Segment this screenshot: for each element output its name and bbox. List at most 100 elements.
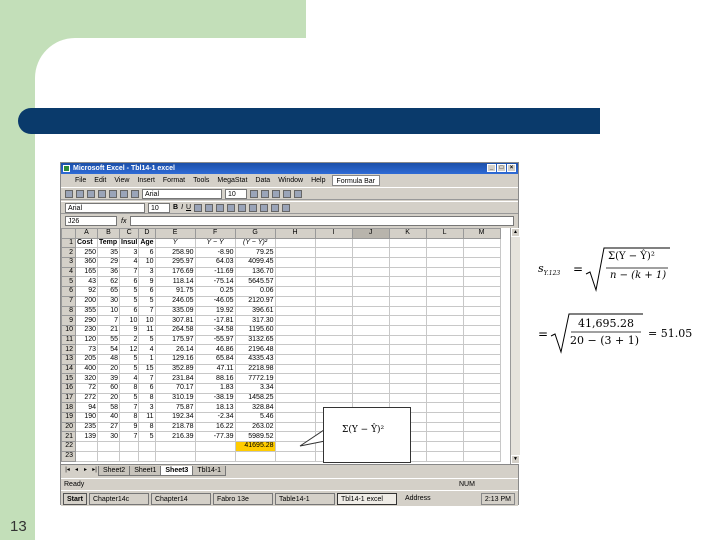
cell[interactable] <box>118 450 140 462</box>
taskbar-item-chapter14c[interactable]: Chapter14c <box>88 492 149 505</box>
cell[interactable]: 136.70 <box>234 266 276 278</box>
cell[interactable] <box>118 441 140 452</box>
cell[interactable] <box>425 237 464 249</box>
cell[interactable]: 3.34 <box>234 383 276 394</box>
cell[interactable] <box>388 257 427 268</box>
cell[interactable] <box>314 276 353 288</box>
cell[interactable]: 5 <box>138 334 156 346</box>
menu-item-edit[interactable]: Edit <box>90 175 110 186</box>
column-header-d[interactable]: D <box>138 228 156 239</box>
cell[interactable]: 62 <box>97 276 120 288</box>
cell[interactable] <box>351 392 390 404</box>
cell[interactable] <box>425 334 464 346</box>
cell[interactable]: 400 <box>75 363 98 375</box>
cell[interactable]: 3132.65 <box>234 334 276 346</box>
cell[interactable] <box>388 266 427 278</box>
column-header-g[interactable]: G <box>234 228 276 239</box>
cell[interactable] <box>388 276 427 288</box>
cell[interactable] <box>75 450 98 462</box>
cell[interactable]: 47.11 <box>194 363 236 375</box>
cell[interactable]: 4099.45 <box>234 257 276 268</box>
cell[interactable]: 6 <box>138 286 156 297</box>
cell[interactable] <box>314 334 353 346</box>
cell[interactable]: 35 <box>97 247 120 259</box>
cell[interactable] <box>274 334 316 346</box>
cell[interactable] <box>462 315 501 326</box>
cell[interactable]: 290 <box>75 315 98 326</box>
cell[interactable] <box>274 305 316 317</box>
cell[interactable] <box>351 334 390 346</box>
column-header-b[interactable]: B <box>97 228 120 239</box>
cell[interactable]: 21 <box>97 324 120 336</box>
cell[interactable]: 4 <box>118 373 140 384</box>
cell[interactable] <box>425 450 464 462</box>
select-all-corner[interactable] <box>61 228 76 239</box>
cell[interactable] <box>462 441 501 452</box>
cell[interactable]: 7 <box>97 315 120 326</box>
cell[interactable] <box>462 237 501 249</box>
percent-icon[interactable] <box>249 203 258 212</box>
cell[interactable] <box>425 315 464 326</box>
cell[interactable] <box>425 276 464 288</box>
cell[interactable]: 3 <box>138 266 156 278</box>
cell[interactable]: 250 <box>75 247 98 259</box>
font-size-field-2[interactable]: 10 <box>148 202 170 213</box>
cell[interactable]: 7 <box>138 305 156 317</box>
cell[interactable] <box>425 363 464 375</box>
cell[interactable]: 6 <box>138 383 156 394</box>
cell[interactable]: 8 <box>138 392 156 404</box>
merge-icon[interactable] <box>227 203 236 212</box>
menu-item-insert[interactable]: Insert <box>133 175 159 186</box>
cell[interactable]: 54 <box>97 344 120 355</box>
cell[interactable] <box>425 266 464 278</box>
cell[interactable]: 5 <box>138 431 156 443</box>
italic-button[interactable]: I <box>181 204 183 211</box>
cell[interactable] <box>314 266 353 278</box>
cell[interactable]: 10 <box>118 315 140 326</box>
redo-icon[interactable] <box>261 189 269 198</box>
cell[interactable] <box>274 315 316 326</box>
cell[interactable] <box>425 247 464 259</box>
cell[interactable] <box>388 247 427 259</box>
cell[interactable]: 36 <box>97 266 120 278</box>
cell[interactable] <box>274 276 316 288</box>
cell[interactable] <box>274 266 316 278</box>
cell[interactable] <box>75 441 98 452</box>
currency-icon[interactable] <box>238 203 247 212</box>
cell[interactable]: Y − Ŷ <box>194 237 236 249</box>
cell[interactable]: 272 <box>75 392 98 404</box>
cell[interactable]: 92 <box>75 286 98 297</box>
cell[interactable] <box>351 286 390 297</box>
cell[interactable] <box>274 383 316 394</box>
cell[interactable]: 4335.43 <box>234 353 276 365</box>
column-header-m[interactable]: M <box>462 228 501 239</box>
cell[interactable]: 5.46 <box>234 412 276 423</box>
tab-sheet3[interactable]: Sheet3 <box>160 465 194 476</box>
column-header-i[interactable]: I <box>314 228 353 239</box>
column-header-f[interactable]: F <box>194 228 236 239</box>
taskbar-item-fabro-13e[interactable]: Fabro 13e <box>212 492 273 505</box>
cell[interactable] <box>314 286 353 297</box>
cell[interactable]: 64.03 <box>194 257 236 268</box>
vertical-scrollbar[interactable]: ▲ ▼ <box>510 228 520 464</box>
cell[interactable]: 1 <box>138 353 156 365</box>
cell[interactable] <box>314 373 353 384</box>
cell[interactable]: 70.17 <box>154 383 196 394</box>
align-left-icon[interactable] <box>194 203 203 212</box>
cell[interactable]: 15 <box>138 363 156 375</box>
cell[interactable] <box>462 305 501 317</box>
cell[interactable] <box>314 237 353 249</box>
cell[interactable] <box>425 324 464 336</box>
font-name-field[interactable]: Arial <box>142 188 222 199</box>
cell[interactable]: Temp <box>97 237 120 249</box>
cell[interactable]: 263.02 <box>234 421 276 433</box>
cell[interactable]: 0.25 <box>194 286 236 297</box>
row-header[interactable]: 19 <box>61 412 76 423</box>
prev-sheet-icon[interactable]: ◂ <box>72 466 81 475</box>
cell[interactable] <box>388 392 427 404</box>
sum-icon[interactable] <box>272 189 280 198</box>
cell[interactable]: 8 <box>118 412 140 423</box>
cell[interactable]: 264.58 <box>154 324 196 336</box>
cell[interactable] <box>388 305 427 317</box>
cell[interactable]: 7 <box>118 266 140 278</box>
